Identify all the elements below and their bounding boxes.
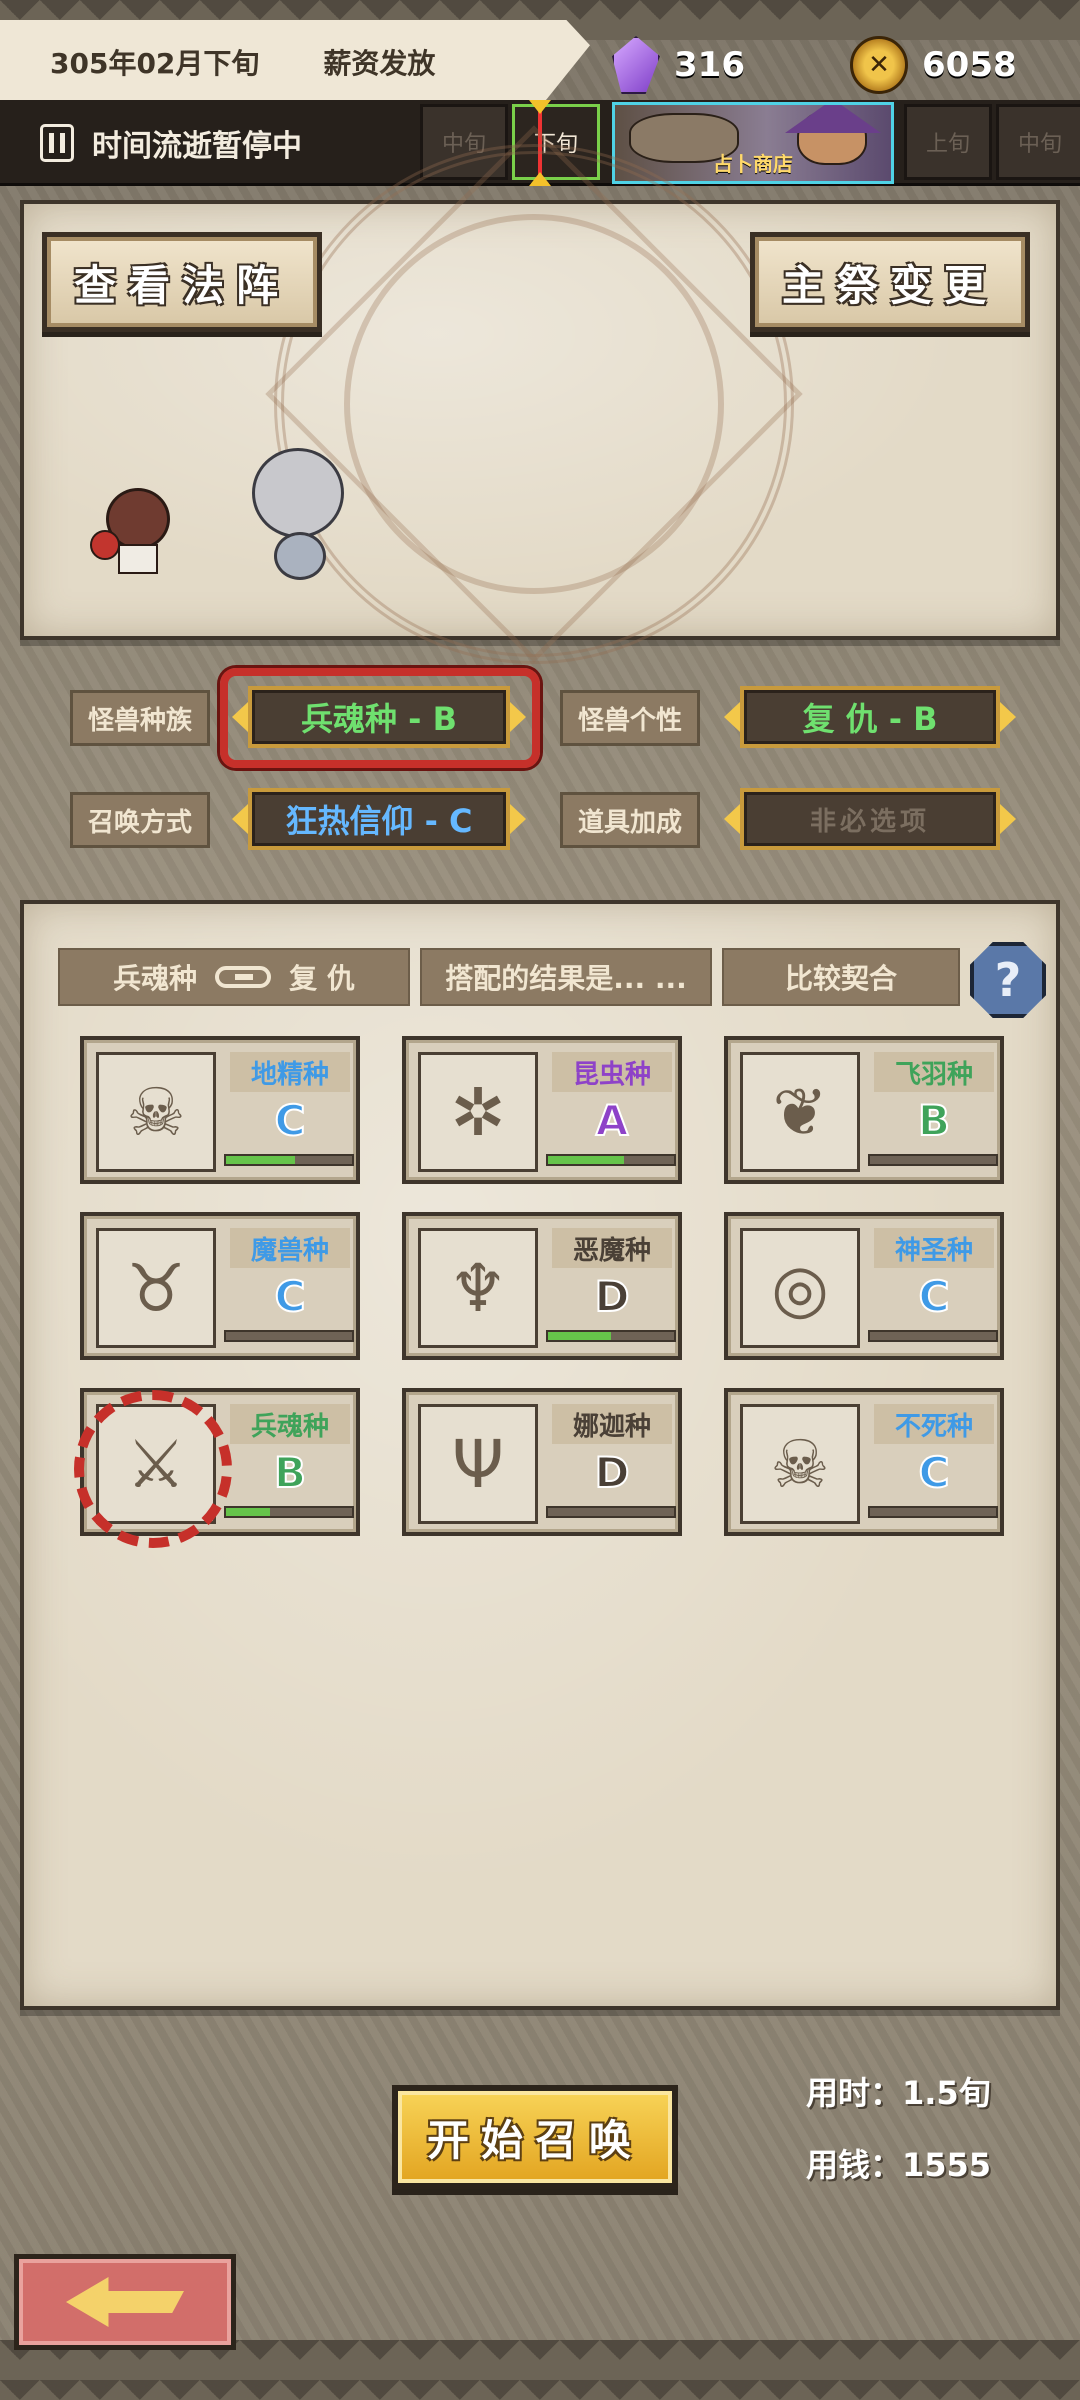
race-card-name: 不死种 bbox=[874, 1404, 994, 1444]
skull-icon: ☠ bbox=[740, 1404, 860, 1524]
crystal-icon bbox=[612, 36, 660, 94]
witch-hat-icon bbox=[785, 105, 881, 133]
race-card-grade: C bbox=[918, 1271, 951, 1322]
race-card-grade: C bbox=[274, 1271, 307, 1322]
result-prompt: 搭配的结果是... ... bbox=[420, 948, 712, 1006]
insect-icon: ✲ bbox=[418, 1052, 538, 1172]
wings-icon: ❦ bbox=[740, 1052, 860, 1172]
race-card-progress bbox=[546, 1154, 676, 1166]
race-card-progress bbox=[868, 1506, 998, 1518]
result-verdict: 比较契合 bbox=[722, 948, 960, 1006]
race-card-undead[interactable]: ☠ 不死种 C bbox=[724, 1388, 1004, 1536]
back-button[interactable] bbox=[14, 2254, 236, 2350]
race-card-grade: D bbox=[594, 1447, 631, 1498]
race-card-insect[interactable]: ✲ 昆虫种 A bbox=[402, 1036, 682, 1184]
race-card-progress bbox=[224, 1154, 354, 1166]
priest-character-silver bbox=[248, 448, 348, 586]
personality-label: 怪兽个性 bbox=[560, 690, 700, 746]
race-card-goblin[interactable]: ☠ 地精种 C bbox=[80, 1036, 360, 1184]
race-card-grade: A bbox=[595, 1095, 630, 1146]
result-combo: 兵魂种 复 仇 bbox=[58, 948, 410, 1006]
item-bonus-label: 道具加成 bbox=[560, 792, 700, 848]
item-bonus-selector[interactable]: 非必选项 bbox=[724, 788, 1016, 850]
money-cost: 用钱：1555 bbox=[806, 2146, 992, 2184]
race-card-progress bbox=[224, 1506, 354, 1518]
shop-label: 占卜商店 bbox=[713, 152, 793, 176]
help-button[interactable]: ? bbox=[970, 942, 1046, 1018]
race-card-progress bbox=[868, 1154, 998, 1166]
change-priest-button[interactable]: 主祭变更 bbox=[750, 232, 1030, 332]
crystal-amount: 316 bbox=[674, 45, 745, 85]
trident-icon: Ψ bbox=[418, 1404, 538, 1524]
halo-icon: ◎ bbox=[740, 1228, 860, 1348]
race-card-name: 娜迦种 bbox=[552, 1404, 672, 1444]
crystal-counter: 316 bbox=[612, 30, 745, 100]
race-card-name: 地精种 bbox=[230, 1052, 350, 1092]
priest-character-demon bbox=[90, 482, 178, 578]
race-card-grade: D bbox=[594, 1271, 631, 1322]
chain-link-icon bbox=[215, 966, 272, 988]
race-card-name: 兵魂种 bbox=[230, 1404, 350, 1444]
race-card-progress bbox=[546, 1330, 676, 1342]
race-card-name: 飞羽种 bbox=[874, 1052, 994, 1092]
race-card-progress bbox=[546, 1506, 676, 1518]
race-card-name: 恶魔种 bbox=[552, 1228, 672, 1268]
race-card-grade: C bbox=[274, 1095, 307, 1146]
fortune-shop-button[interactable]: 占卜商店 bbox=[612, 102, 894, 184]
race-card-progress bbox=[224, 1330, 354, 1342]
demon-icon: ♆ bbox=[418, 1228, 538, 1348]
race-label: 怪兽种族 bbox=[70, 690, 210, 746]
race-card-grade: B bbox=[917, 1095, 951, 1146]
coin-counter: ✕ 6058 bbox=[850, 30, 1017, 100]
pause-toggle[interactable]: 时间流逝暂停中 bbox=[40, 100, 302, 186]
race-card-progress bbox=[868, 1330, 998, 1342]
current-date: 305年02月下旬 bbox=[50, 47, 260, 80]
period-mid-next[interactable]: 中旬 bbox=[996, 104, 1080, 180]
race-card-name: 魔兽种 bbox=[230, 1228, 350, 1268]
race-card-demon[interactable]: ♆ 恶魔种 D bbox=[402, 1212, 682, 1360]
coin-amount: 6058 bbox=[922, 45, 1017, 85]
personality-selector[interactable]: 复 仇 - B bbox=[724, 686, 1016, 748]
result-race: 兵魂种 bbox=[113, 962, 198, 995]
pause-icon bbox=[40, 124, 74, 162]
goblin-skull-icon: ☠ bbox=[96, 1052, 216, 1172]
race-card-holy[interactable]: ◎ 神圣种 C bbox=[724, 1212, 1004, 1360]
race-card-naga[interactable]: Ψ 娜迦种 D bbox=[402, 1388, 682, 1536]
race-selector[interactable]: 兵魂种 - B bbox=[232, 686, 526, 748]
summon-method-selector[interactable]: 狂热信仰 - C bbox=[232, 788, 526, 850]
race-card-name: 神圣种 bbox=[874, 1228, 994, 1268]
period-early[interactable]: 上旬 bbox=[904, 104, 992, 180]
race-card-feather[interactable]: ❦ 飞羽种 B bbox=[724, 1036, 1004, 1184]
time-cost: 用时：1.5旬 bbox=[806, 2074, 991, 2112]
back-arrow-icon bbox=[66, 2277, 184, 2327]
race-card-grade: B bbox=[273, 1447, 307, 1498]
race-card-beast[interactable]: ♉ 魔兽种 C bbox=[80, 1212, 360, 1360]
summon-method-label: 召唤方式 bbox=[70, 792, 210, 848]
race-card-name: 昆虫种 bbox=[552, 1052, 672, 1092]
start-summon-button[interactable]: 开始召唤 bbox=[392, 2085, 678, 2189]
coin-icon: ✕ bbox=[850, 36, 908, 94]
result-personality: 复 仇 bbox=[289, 962, 355, 995]
date-banner: 305年02月下旬 薪资发放 bbox=[0, 20, 590, 104]
time-status: 时间流逝暂停中 bbox=[92, 129, 302, 164]
selected-race-ring bbox=[74, 1390, 232, 1548]
view-circle-button[interactable]: 查看法阵 bbox=[42, 232, 322, 332]
current-event: 薪资发放 bbox=[323, 47, 436, 80]
race-card-grade: C bbox=[918, 1447, 951, 1498]
beast-icon: ♉ bbox=[96, 1228, 216, 1348]
